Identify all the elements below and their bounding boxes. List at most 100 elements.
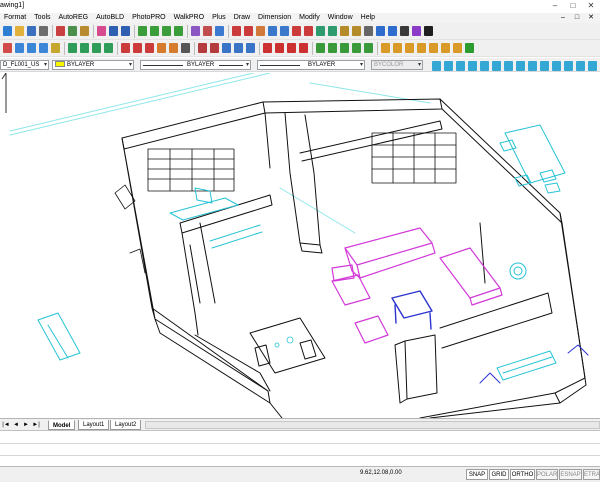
- command-window[interactable]: [0, 430, 600, 466]
- copy-icon[interactable]: [68, 26, 77, 36]
- tab-last-button[interactable]: ►|: [32, 421, 40, 429]
- trim-icon[interactable]: [121, 43, 130, 53]
- menu-modify[interactable]: Modify: [295, 13, 324, 23]
- save-icon[interactable]: [27, 26, 36, 36]
- tab-layout2[interactable]: Layout2: [110, 420, 142, 430]
- view-back-icon[interactable]: [492, 61, 501, 71]
- view-left-icon[interactable]: [456, 61, 465, 71]
- close-button[interactable]: ✕: [584, 1, 598, 11]
- fixture-icon[interactable]: [393, 43, 402, 53]
- text-icon[interactable]: [424, 26, 433, 36]
- column-icon[interactable]: [340, 43, 349, 53]
- pan-icon[interactable]: [138, 26, 147, 36]
- insert-block-icon[interactable]: [340, 26, 349, 36]
- cut-icon[interactable]: [56, 26, 65, 36]
- stretch-icon[interactable]: [104, 43, 113, 53]
- redo-icon[interactable]: [121, 26, 130, 36]
- make-block-icon[interactable]: [352, 26, 361, 36]
- erase-icon[interactable]: [3, 43, 12, 53]
- circle-icon[interactable]: [304, 26, 313, 36]
- view-front-icon[interactable]: [480, 61, 489, 71]
- slab-icon[interactable]: [328, 43, 337, 53]
- home-icon[interactable]: [222, 43, 231, 53]
- paste-icon[interactable]: [80, 26, 89, 36]
- wall-icon[interactable]: [263, 43, 272, 53]
- ortho-toggle[interactable]: ORTHO: [510, 469, 535, 480]
- spline-icon[interactable]: [316, 26, 325, 36]
- se-iso-icon[interactable]: [516, 61, 525, 71]
- horizontal-scrollbar[interactable]: [145, 421, 600, 429]
- menu-tools[interactable]: Tools: [30, 13, 54, 23]
- tab-model[interactable]: Model: [48, 420, 76, 430]
- chamfer-icon[interactable]: [157, 43, 166, 53]
- undo-icon[interactable]: [109, 26, 118, 36]
- sw-iso-icon[interactable]: [504, 61, 513, 71]
- menu-autoreg[interactable]: AutoREG: [55, 13, 93, 23]
- layer-combo[interactable]: D_FL001_US ▾: [0, 60, 49, 70]
- view-right-icon[interactable]: [468, 61, 477, 71]
- layer-previous-icon[interactable]: [210, 43, 219, 53]
- tab-first-button[interactable]: |◄: [2, 421, 10, 429]
- open-icon[interactable]: [15, 26, 24, 36]
- view-icon[interactable]: [234, 43, 243, 53]
- section-icon[interactable]: [441, 43, 450, 53]
- properties-icon[interactable]: [191, 26, 200, 36]
- drawing-canvas[interactable]: [0, 68, 600, 419]
- menu-draw[interactable]: Draw: [230, 13, 254, 23]
- copy-object-icon[interactable]: [15, 43, 24, 53]
- plotstyle-combo[interactable]: BYCOLOR ▾: [371, 60, 423, 70]
- new-icon[interactable]: [3, 26, 12, 36]
- point-icon[interactable]: [364, 26, 373, 36]
- menu-window[interactable]: Window: [324, 13, 357, 23]
- menu-walkpro[interactable]: WalkPRO: [170, 13, 208, 23]
- tab-next-button[interactable]: ►: [22, 421, 30, 429]
- tab-layout1[interactable]: Layout1: [78, 420, 110, 430]
- lineweight-combo[interactable]: BYLAYER ▾: [257, 60, 365, 70]
- multiline-text-icon[interactable]: [412, 26, 421, 36]
- menu-plus[interactable]: Plus: [208, 13, 230, 23]
- camera-icon[interactable]: [246, 43, 255, 53]
- ellipse-icon[interactable]: [328, 26, 337, 36]
- scale-icon[interactable]: [92, 43, 101, 53]
- maximize-button[interactable]: □: [566, 1, 580, 11]
- nw-iso-icon[interactable]: [540, 61, 549, 71]
- rotate-icon[interactable]: [80, 43, 89, 53]
- design-center-icon[interactable]: [203, 26, 212, 36]
- window-icon[interactable]: [287, 43, 296, 53]
- hatch-icon[interactable]: [376, 26, 385, 36]
- match-properties-icon[interactable]: [97, 26, 106, 36]
- esnap-toggle[interactable]: ESNAP: [559, 469, 582, 480]
- line-icon[interactable]: [232, 26, 241, 36]
- array-icon[interactable]: [51, 43, 60, 53]
- break-icon[interactable]: [145, 43, 154, 53]
- extend-icon[interactable]: [133, 43, 142, 53]
- polar-toggle[interactable]: POLAR: [536, 469, 558, 480]
- dimension-icon[interactable]: [429, 43, 438, 53]
- menu-help[interactable]: Help: [357, 13, 379, 23]
- render-icon[interactable]: [576, 61, 585, 71]
- stair-icon[interactable]: [299, 43, 308, 53]
- door-icon[interactable]: [275, 43, 284, 53]
- move-icon[interactable]: [68, 43, 77, 53]
- shade-icon[interactable]: [588, 61, 597, 71]
- fillet-icon[interactable]: [169, 43, 178, 53]
- beam-icon[interactable]: [352, 43, 361, 53]
- mdi-restore-button[interactable]: □: [572, 13, 582, 23]
- symbol-icon[interactable]: [405, 43, 414, 53]
- rectangle-icon[interactable]: [280, 26, 289, 36]
- furniture-icon[interactable]: [381, 43, 390, 53]
- roof-icon[interactable]: [316, 43, 325, 53]
- polyline-icon[interactable]: [256, 26, 265, 36]
- polygon-icon[interactable]: [268, 26, 277, 36]
- color-combo[interactable]: BYLAYER ▾: [52, 60, 134, 70]
- snap-toggle[interactable]: SNAP: [466, 469, 488, 480]
- menu-autobld[interactable]: AutoBLD: [92, 13, 128, 23]
- construction-line-icon[interactable]: [244, 26, 253, 36]
- space-icon[interactable]: [364, 43, 373, 53]
- grid-toggle[interactable]: GRID: [489, 469, 509, 480]
- linetype-combo[interactable]: BYLAYER ▾: [140, 60, 251, 70]
- offset-icon[interactable]: [39, 43, 48, 53]
- help-icon[interactable]: [465, 43, 474, 53]
- table-icon[interactable]: [400, 26, 409, 36]
- region-icon[interactable]: [388, 26, 397, 36]
